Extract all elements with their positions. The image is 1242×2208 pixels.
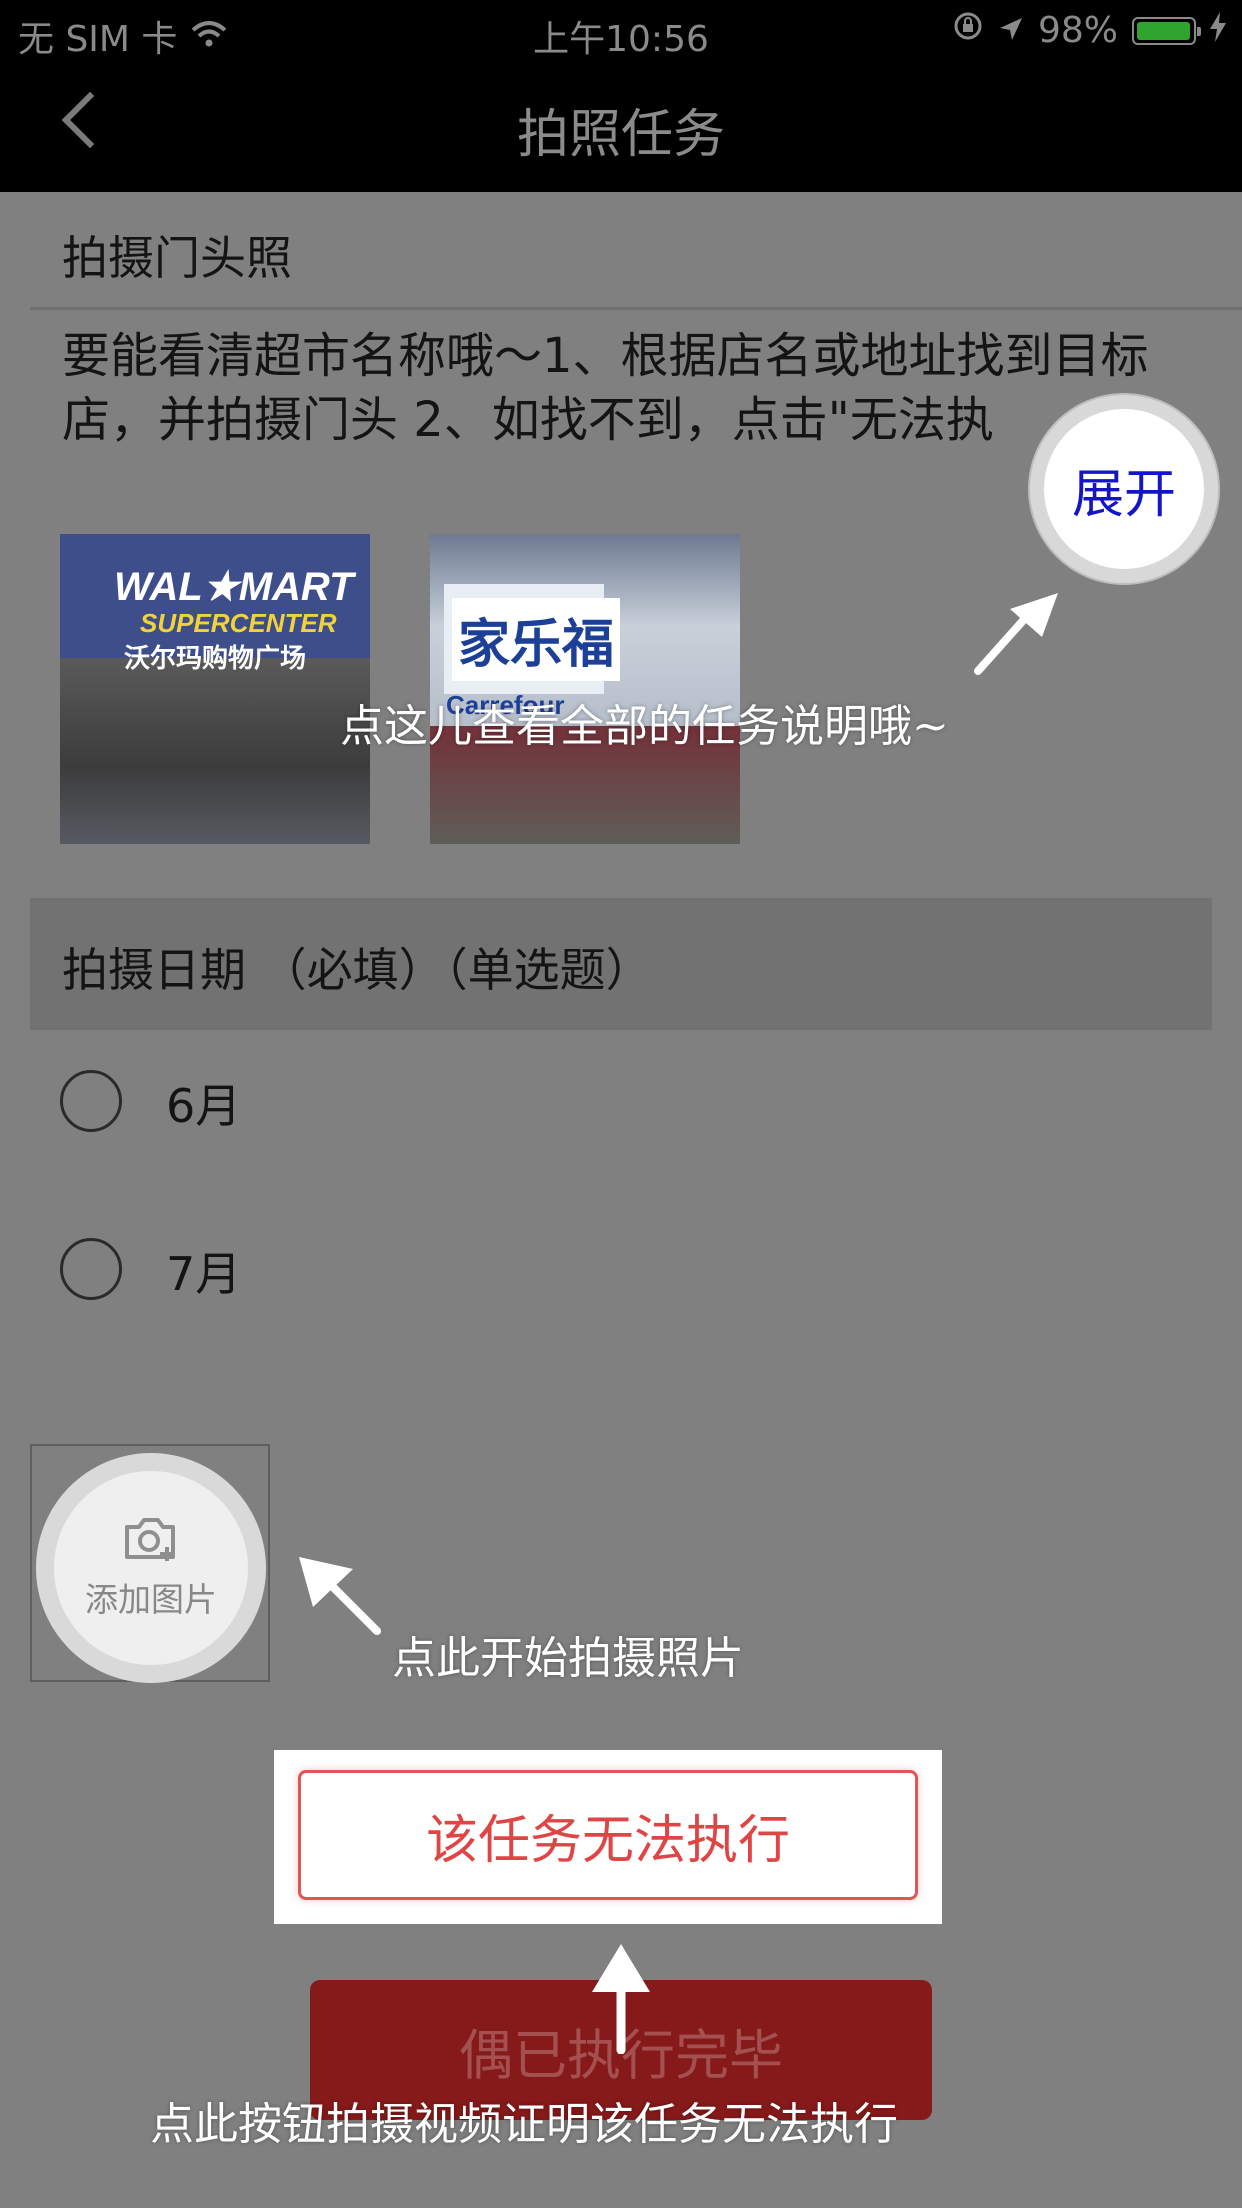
battery-percent: 98% bbox=[1037, 10, 1118, 51]
expand-button[interactable]: 展开 bbox=[1044, 409, 1204, 569]
radio-option-june[interactable] bbox=[60, 1070, 122, 1132]
location-arrow-icon bbox=[998, 10, 1024, 51]
photo-sign-main: 家乐福 bbox=[452, 598, 621, 681]
status-bar: 无 SIM 卡 上午10:56 98% bbox=[0, 0, 1242, 62]
unable-to-execute-button[interactable]: 该任务无法执行 bbox=[298, 1770, 918, 1900]
radio-option-july[interactable] bbox=[60, 1238, 122, 1300]
divider bbox=[30, 307, 1242, 310]
charging-icon bbox=[1210, 10, 1226, 51]
photo-sign-main: WAL★MART bbox=[114, 565, 354, 609]
task-section-title: 拍摄门头照 bbox=[62, 231, 292, 285]
battery-icon bbox=[1132, 16, 1201, 45]
option-label[interactable]: 7月 bbox=[166, 1238, 241, 1304]
expand-hint-text: 点这儿查看全部的任务说明哦~ bbox=[340, 701, 949, 752]
expand-highlight: 展开 bbox=[1030, 395, 1218, 583]
arrow-to-unable-icon bbox=[592, 1944, 650, 2054]
add-photo-button[interactable]: 添加图片 bbox=[54, 1471, 248, 1665]
battery-fill bbox=[1137, 21, 1190, 40]
example-photo-carrefour[interactable]: 家乐福 Carrefour bbox=[430, 534, 740, 844]
photo-hint-text: 点此开始拍摄照片 bbox=[392, 1633, 744, 1684]
task-description: 要能看清超市名称哦～1、根据店名或地址找到目标店，并拍摄门头 2、如找不到，点击… bbox=[62, 328, 1149, 448]
add-photo-highlight: 添加图片 bbox=[36, 1453, 266, 1683]
add-photo-label: 添加图片 bbox=[85, 1580, 217, 1619]
arrow-to-expand-icon bbox=[974, 593, 1058, 675]
camera-plus-icon bbox=[121, 1515, 181, 1567]
nav-bar: 拍照任务 bbox=[0, 62, 1242, 192]
arrow-to-add-photo-icon bbox=[299, 1557, 381, 1635]
page-title: 拍照任务 bbox=[516, 105, 725, 165]
rotation-lock-icon bbox=[952, 10, 984, 51]
unable-button-highlight: 该任务无法执行 bbox=[274, 1750, 942, 1924]
question-label: 拍摄日期 （必填）（单选题） bbox=[62, 943, 652, 997]
photo-sign-sub: SUPERCENTER bbox=[140, 608, 337, 638]
unable-hint-text: 点此按钮拍摄视频证明该任务无法执行 bbox=[150, 2099, 898, 2150]
question-header: 拍摄日期 （必填）（单选题） bbox=[30, 898, 1212, 1030]
option-label[interactable]: 6月 bbox=[166, 1070, 241, 1136]
example-photo-walmart[interactable]: WAL★MART SUPERCENTER 沃尔玛购物广场 bbox=[60, 534, 370, 844]
photo-sign-cn: 沃尔玛购物广场 bbox=[124, 643, 307, 673]
